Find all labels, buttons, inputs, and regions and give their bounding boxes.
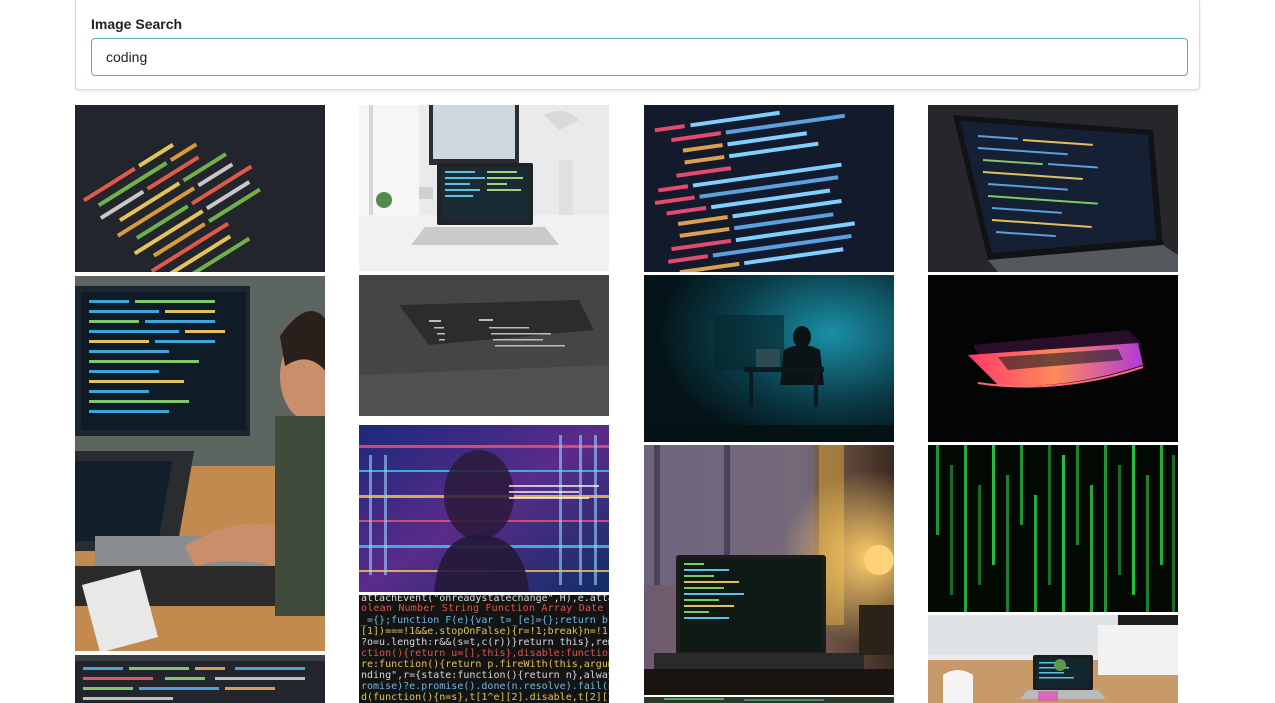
html-code-screen-icon [644,105,894,272]
image-result[interactable] [644,275,894,442]
image-result[interactable] [928,105,1178,272]
code-line: d(function(){n=s},t[1^e][2].disable,t[2]… [361,692,609,703]
image-result[interactable] [359,275,609,416]
image-result[interactable] [928,445,1178,612]
search-card: Image Search [75,0,1200,90]
image-result[interactable] [359,105,609,271]
person-dark-room-teal-icon [644,275,894,442]
dark-laptop-code-icon [359,275,609,416]
image-result[interactable] [75,276,325,651]
glowing-laptop-icon [928,275,1178,442]
image-result[interactable]: olean Number String Function Array Date … [359,595,609,703]
code-line: ?o=u.length:r&&(s=t,c(r))}return this},r… [361,637,609,648]
image-result[interactable] [644,105,894,272]
matrix-green-code-icon [928,445,1178,612]
laptop-desk-room-icon [928,615,1178,703]
image-result[interactable] [644,445,894,695]
code-line: re:function(){return p.fireWith(this,arg… [361,659,609,670]
code-screen-partial-icon [75,655,325,703]
javascript-code-icon: olean Number String Function Array Date … [359,595,609,703]
code-line: _={};function F(e){var t=_[e]={};return … [361,615,609,626]
code-line: [1])===!1&&e.stopOnFalse){r=!1;break}n=!… [361,626,609,637]
image-result[interactable] [75,105,325,272]
code-screen-closeup-icon [75,105,325,272]
code-line: ction(){return u=[],this},disable:functi… [361,648,609,659]
image-result[interactable] [928,275,1178,442]
image-result[interactable] [359,425,609,592]
code-header-line: olean Number String Function Array Date … [361,603,609,614]
laptop-bottom-partial-icon [644,697,894,703]
laptop-window-lamp-icon [644,445,894,695]
image-result[interactable] [644,697,894,703]
projection-on-face-icon [359,425,609,592]
search-label: Image Search [91,16,183,32]
man-coding-at-desk-icon [75,276,325,651]
image-result[interactable] [928,615,1178,703]
code-line: romise)?e.promise().done(n.resolve).fail… [361,681,609,692]
laptop-dark-code-icon [928,105,1178,272]
image-result[interactable] [75,655,325,703]
code-line: nding",r={state:function(){return n},alw… [361,670,609,681]
search-input[interactable] [91,38,1188,76]
laptop-on-desk-icon [359,105,609,271]
code-line: attachEvent("onreadystatechange",H),e.at… [361,595,609,604]
